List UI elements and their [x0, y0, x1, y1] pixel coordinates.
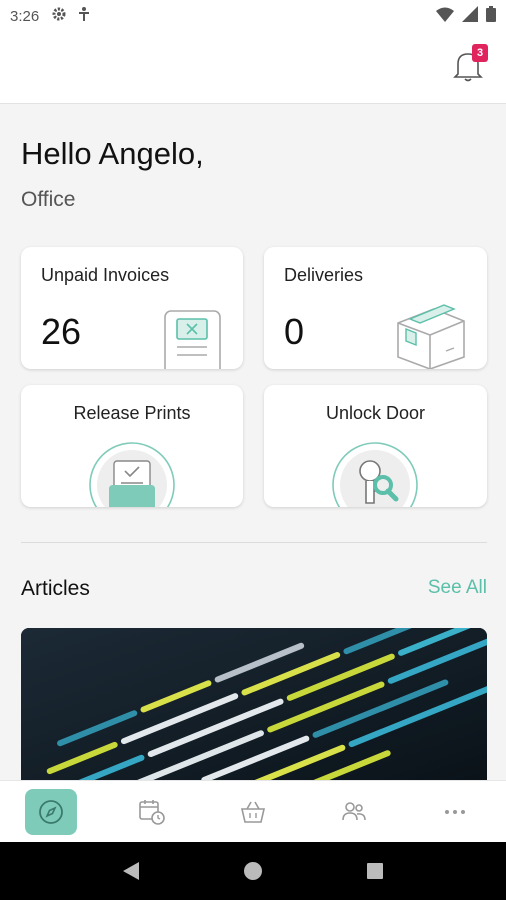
article-image[interactable] [21, 628, 487, 788]
articles-title: Articles [21, 577, 90, 600]
deliveries-count: 0 [284, 311, 305, 352]
printer-icon [89, 442, 175, 507]
settings-icon [51, 6, 67, 26]
basket-icon [240, 801, 266, 823]
unlock-door-card[interactable]: Unlock Door [264, 385, 487, 507]
battery-icon [486, 6, 496, 26]
section-divider [21, 542, 487, 543]
unlock-door-label: Unlock Door [325, 403, 426, 423]
nav-shop[interactable] [202, 781, 303, 842]
release-prints-card[interactable]: Release Prints [21, 385, 243, 507]
bottom-nav [0, 780, 506, 842]
deliveries-card[interactable]: Deliveries 0 [264, 247, 487, 369]
system-nav-bar [0, 842, 506, 900]
nav-bookings[interactable] [101, 781, 202, 842]
people-icon [342, 801, 367, 820]
signal-icon [462, 6, 478, 26]
code-screen-image [21, 628, 487, 788]
greeting-title: Hello Angelo, [21, 136, 204, 171]
notifications-button[interactable]: 3 [452, 44, 488, 84]
accessibility-icon [77, 6, 91, 26]
status-time: 3:26 [10, 7, 40, 25]
nav-active-indicator [24, 788, 77, 835]
nav-explore[interactable] [0, 781, 101, 842]
back-icon[interactable] [121, 860, 141, 882]
notification-badge: 3 [472, 44, 488, 62]
app-bar: 3 [0, 32, 506, 104]
unpaid-invoices-label: Unpaid Invoices [41, 265, 170, 285]
compass-icon [38, 799, 63, 824]
unpaid-invoices-count: 26 [41, 311, 82, 352]
see-all-link[interactable]: See All [428, 577, 487, 599]
nav-community[interactable] [304, 781, 405, 842]
recents-icon[interactable] [365, 861, 385, 881]
release-prints-label: Release Prints [73, 403, 191, 423]
deliveries-label: Deliveries [284, 265, 364, 285]
key-search-icon [332, 442, 418, 507]
home-icon[interactable] [242, 860, 264, 882]
nav-more[interactable] [405, 781, 506, 842]
location-label: Office [21, 188, 76, 211]
more-icon [445, 809, 466, 814]
status-bar: 3:26 [0, 0, 506, 32]
calendar-clock-icon [138, 799, 165, 825]
invoice-icon [164, 310, 221, 369]
unpaid-invoices-card[interactable]: Unpaid Invoices 26 [21, 247, 243, 369]
wifi-icon [436, 6, 454, 26]
package-icon [397, 304, 465, 369]
